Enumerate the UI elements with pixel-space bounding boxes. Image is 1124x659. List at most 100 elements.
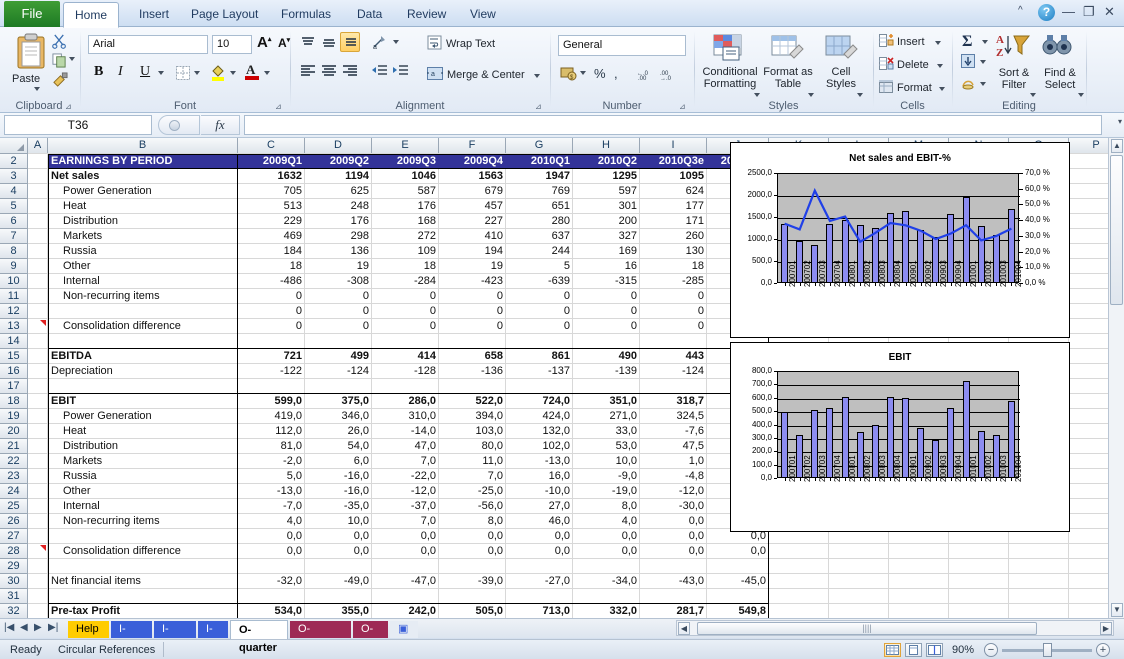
- column-header-e[interactable]: E: [372, 138, 439, 154]
- cell-r28-c4[interactable]: 0,0: [439, 544, 506, 559]
- cell-r22-c7[interactable]: 1,0: [640, 454, 707, 469]
- insert-dropdown-arrow[interactable]: [935, 41, 941, 45]
- cell-r23-c3[interactable]: -22,0: [372, 469, 439, 484]
- cell-r15-c1[interactable]: 721: [238, 349, 305, 364]
- cell-r5-c6[interactable]: 301: [573, 199, 640, 214]
- cell-r30-c7[interactable]: -43,0: [640, 574, 707, 589]
- cell-r4-c3[interactable]: 587: [372, 184, 439, 199]
- cell-r27-c4[interactable]: 0,0: [439, 529, 506, 544]
- column-header-h[interactable]: H: [573, 138, 640, 154]
- cell-r32-c4[interactable]: 505,0: [439, 604, 506, 618]
- cell-label-row-26[interactable]: Non-recurring items: [60, 514, 238, 529]
- cell-r30-c4[interactable]: -39,0: [439, 574, 506, 589]
- format-painter-icon[interactable]: [52, 72, 69, 90]
- merge-center-button[interactable]: Merge & Center: [447, 69, 525, 81]
- cell-label-row-5[interactable]: Heat: [60, 199, 238, 214]
- cell-r25-c4[interactable]: -56,0: [439, 499, 506, 514]
- cell-r24-c7[interactable]: -12,0: [640, 484, 707, 499]
- cell-r17-c7[interactable]: [640, 379, 707, 394]
- cell-r5-c7[interactable]: 177: [640, 199, 707, 214]
- cell-r18-c1[interactable]: 599,0: [238, 394, 305, 409]
- cell-r13-c1[interactable]: 0: [238, 319, 305, 334]
- paste-icon[interactable]: [14, 33, 48, 74]
- cell-r13-c4[interactable]: 0: [439, 319, 506, 334]
- cell-r31-c2[interactable]: [305, 589, 372, 604]
- column-header-g[interactable]: G: [506, 138, 573, 154]
- cell-label-row-28[interactable]: Consolidation difference: [60, 544, 238, 559]
- cell-r15-c6[interactable]: 490: [573, 349, 640, 364]
- cell-label-row-7[interactable]: Markets: [60, 229, 238, 244]
- cell-r5-c3[interactable]: 176: [372, 199, 439, 214]
- row-header-32[interactable]: 32: [0, 604, 28, 618]
- cell-r22-c3[interactable]: 7,0: [372, 454, 439, 469]
- cell-r15-c3[interactable]: 414: [372, 349, 439, 364]
- row-header-23[interactable]: 23: [0, 469, 28, 484]
- cell-r29-c8[interactable]: [707, 559, 769, 574]
- cell-earnings-by-period[interactable]: EARNINGS BY PERIOD: [48, 154, 238, 169]
- cell-r13-c5[interactable]: 0: [506, 319, 573, 334]
- align-left-icon[interactable]: [300, 64, 316, 80]
- cell-label-row-25[interactable]: Internal: [60, 499, 238, 514]
- fill-dropdown-arrow[interactable]: [980, 60, 986, 64]
- comment-indicator[interactable]: [40, 320, 46, 326]
- cell-label-row-16[interactable]: Depreciation: [48, 364, 238, 379]
- cell-r29-c2[interactable]: [305, 559, 372, 574]
- column-header-i[interactable]: I: [640, 138, 707, 154]
- cell-label-row-6[interactable]: Distribution: [60, 214, 238, 229]
- row-header-27[interactable]: 27: [0, 529, 28, 544]
- cell-r23-c2[interactable]: -16,0: [305, 469, 372, 484]
- cell-r31-c5[interactable]: [506, 589, 573, 604]
- merge-center-dropdown-arrow[interactable]: [534, 74, 540, 78]
- restore-button[interactable]: ❐: [1083, 4, 1095, 20]
- cell-r24-c3[interactable]: -12,0: [372, 484, 439, 499]
- cell-period-header-4[interactable]: 2009Q4: [439, 154, 506, 169]
- cell-r6-c5[interactable]: 280: [506, 214, 573, 229]
- formula-input[interactable]: [244, 115, 1102, 135]
- row-header-9[interactable]: 9: [0, 259, 28, 274]
- cell-r12-c3[interactable]: 0: [372, 304, 439, 319]
- ebit-chart[interactable]: EBIT 0,0 100,0 200,0 300,0 400,0 500,0 600,0 70…: [730, 342, 1070, 532]
- cell-r6-c4[interactable]: 227: [439, 214, 506, 229]
- cell-r32-c5[interactable]: 713,0: [506, 604, 573, 618]
- cell-r5-c4[interactable]: 457: [439, 199, 506, 214]
- last-sheet-button[interactable]: ▶|: [48, 622, 58, 633]
- row-header-16[interactable]: 16: [0, 364, 28, 379]
- align-center-icon[interactable]: [321, 64, 337, 80]
- cell-label-row-11[interactable]: Non-recurring items: [60, 289, 238, 304]
- cell-label-row-10[interactable]: Internal: [60, 274, 238, 289]
- cut-icon[interactable]: [52, 34, 67, 52]
- number-format-select[interactable]: General: [558, 35, 686, 56]
- cell-r31-c3[interactable]: [372, 589, 439, 604]
- conditional-formatting-button[interactable]: Conditional Formatting: [698, 66, 762, 90]
- file-tab[interactable]: File: [4, 1, 60, 27]
- row-header-13[interactable]: 13: [0, 319, 28, 334]
- cell-r16-c5[interactable]: -137: [506, 364, 573, 379]
- format-as-table-icon[interactable]: [770, 34, 804, 65]
- find-select-dropdown-arrow[interactable]: [1078, 93, 1084, 97]
- cell-r25-c3[interactable]: -37,0: [372, 499, 439, 514]
- cell-label-row-13[interactable]: Consolidation difference: [60, 319, 238, 334]
- cell-r25-c2[interactable]: -35,0: [305, 499, 372, 514]
- cell-r9-c2[interactable]: 19: [305, 259, 372, 274]
- cell-styles-button[interactable]: Cell Styles: [820, 66, 862, 90]
- cell-r12-c2[interactable]: 0: [305, 304, 372, 319]
- cell-r18-c2[interactable]: 375,0: [305, 394, 372, 409]
- row-header-18[interactable]: 18: [0, 394, 28, 409]
- format-as-table-button[interactable]: Format as Table: [762, 66, 814, 90]
- vertical-scroll-thumb[interactable]: [1110, 155, 1123, 305]
- find-select-button[interactable]: Find & Select: [1038, 67, 1082, 91]
- cell-r21-c1[interactable]: 81,0: [238, 439, 305, 454]
- cell-label-row-20[interactable]: Heat: [60, 424, 238, 439]
- net-sales-ebit-chart[interactable]: Net sales and EBIT-% 0,0 500,0 1000,0 1500,…: [730, 142, 1070, 338]
- cell-r11-c5[interactable]: 0: [506, 289, 573, 304]
- sheet-tab-o-quarter[interactable]: O-quarter: [230, 620, 288, 654]
- cell-r29-c7[interactable]: [640, 559, 707, 574]
- row-header-3[interactable]: 3: [0, 169, 28, 184]
- tab-formulas[interactable]: Formulas: [270, 3, 342, 27]
- align-right-icon[interactable]: [342, 64, 358, 80]
- cell-r22-c6[interactable]: 10,0: [573, 454, 640, 469]
- cell-r19-c2[interactable]: 346,0: [305, 409, 372, 424]
- cell-r9-c6[interactable]: 16: [573, 259, 640, 274]
- cell-r17-c5[interactable]: [506, 379, 573, 394]
- scroll-up-arrow[interactable]: ▲: [1111, 139, 1123, 153]
